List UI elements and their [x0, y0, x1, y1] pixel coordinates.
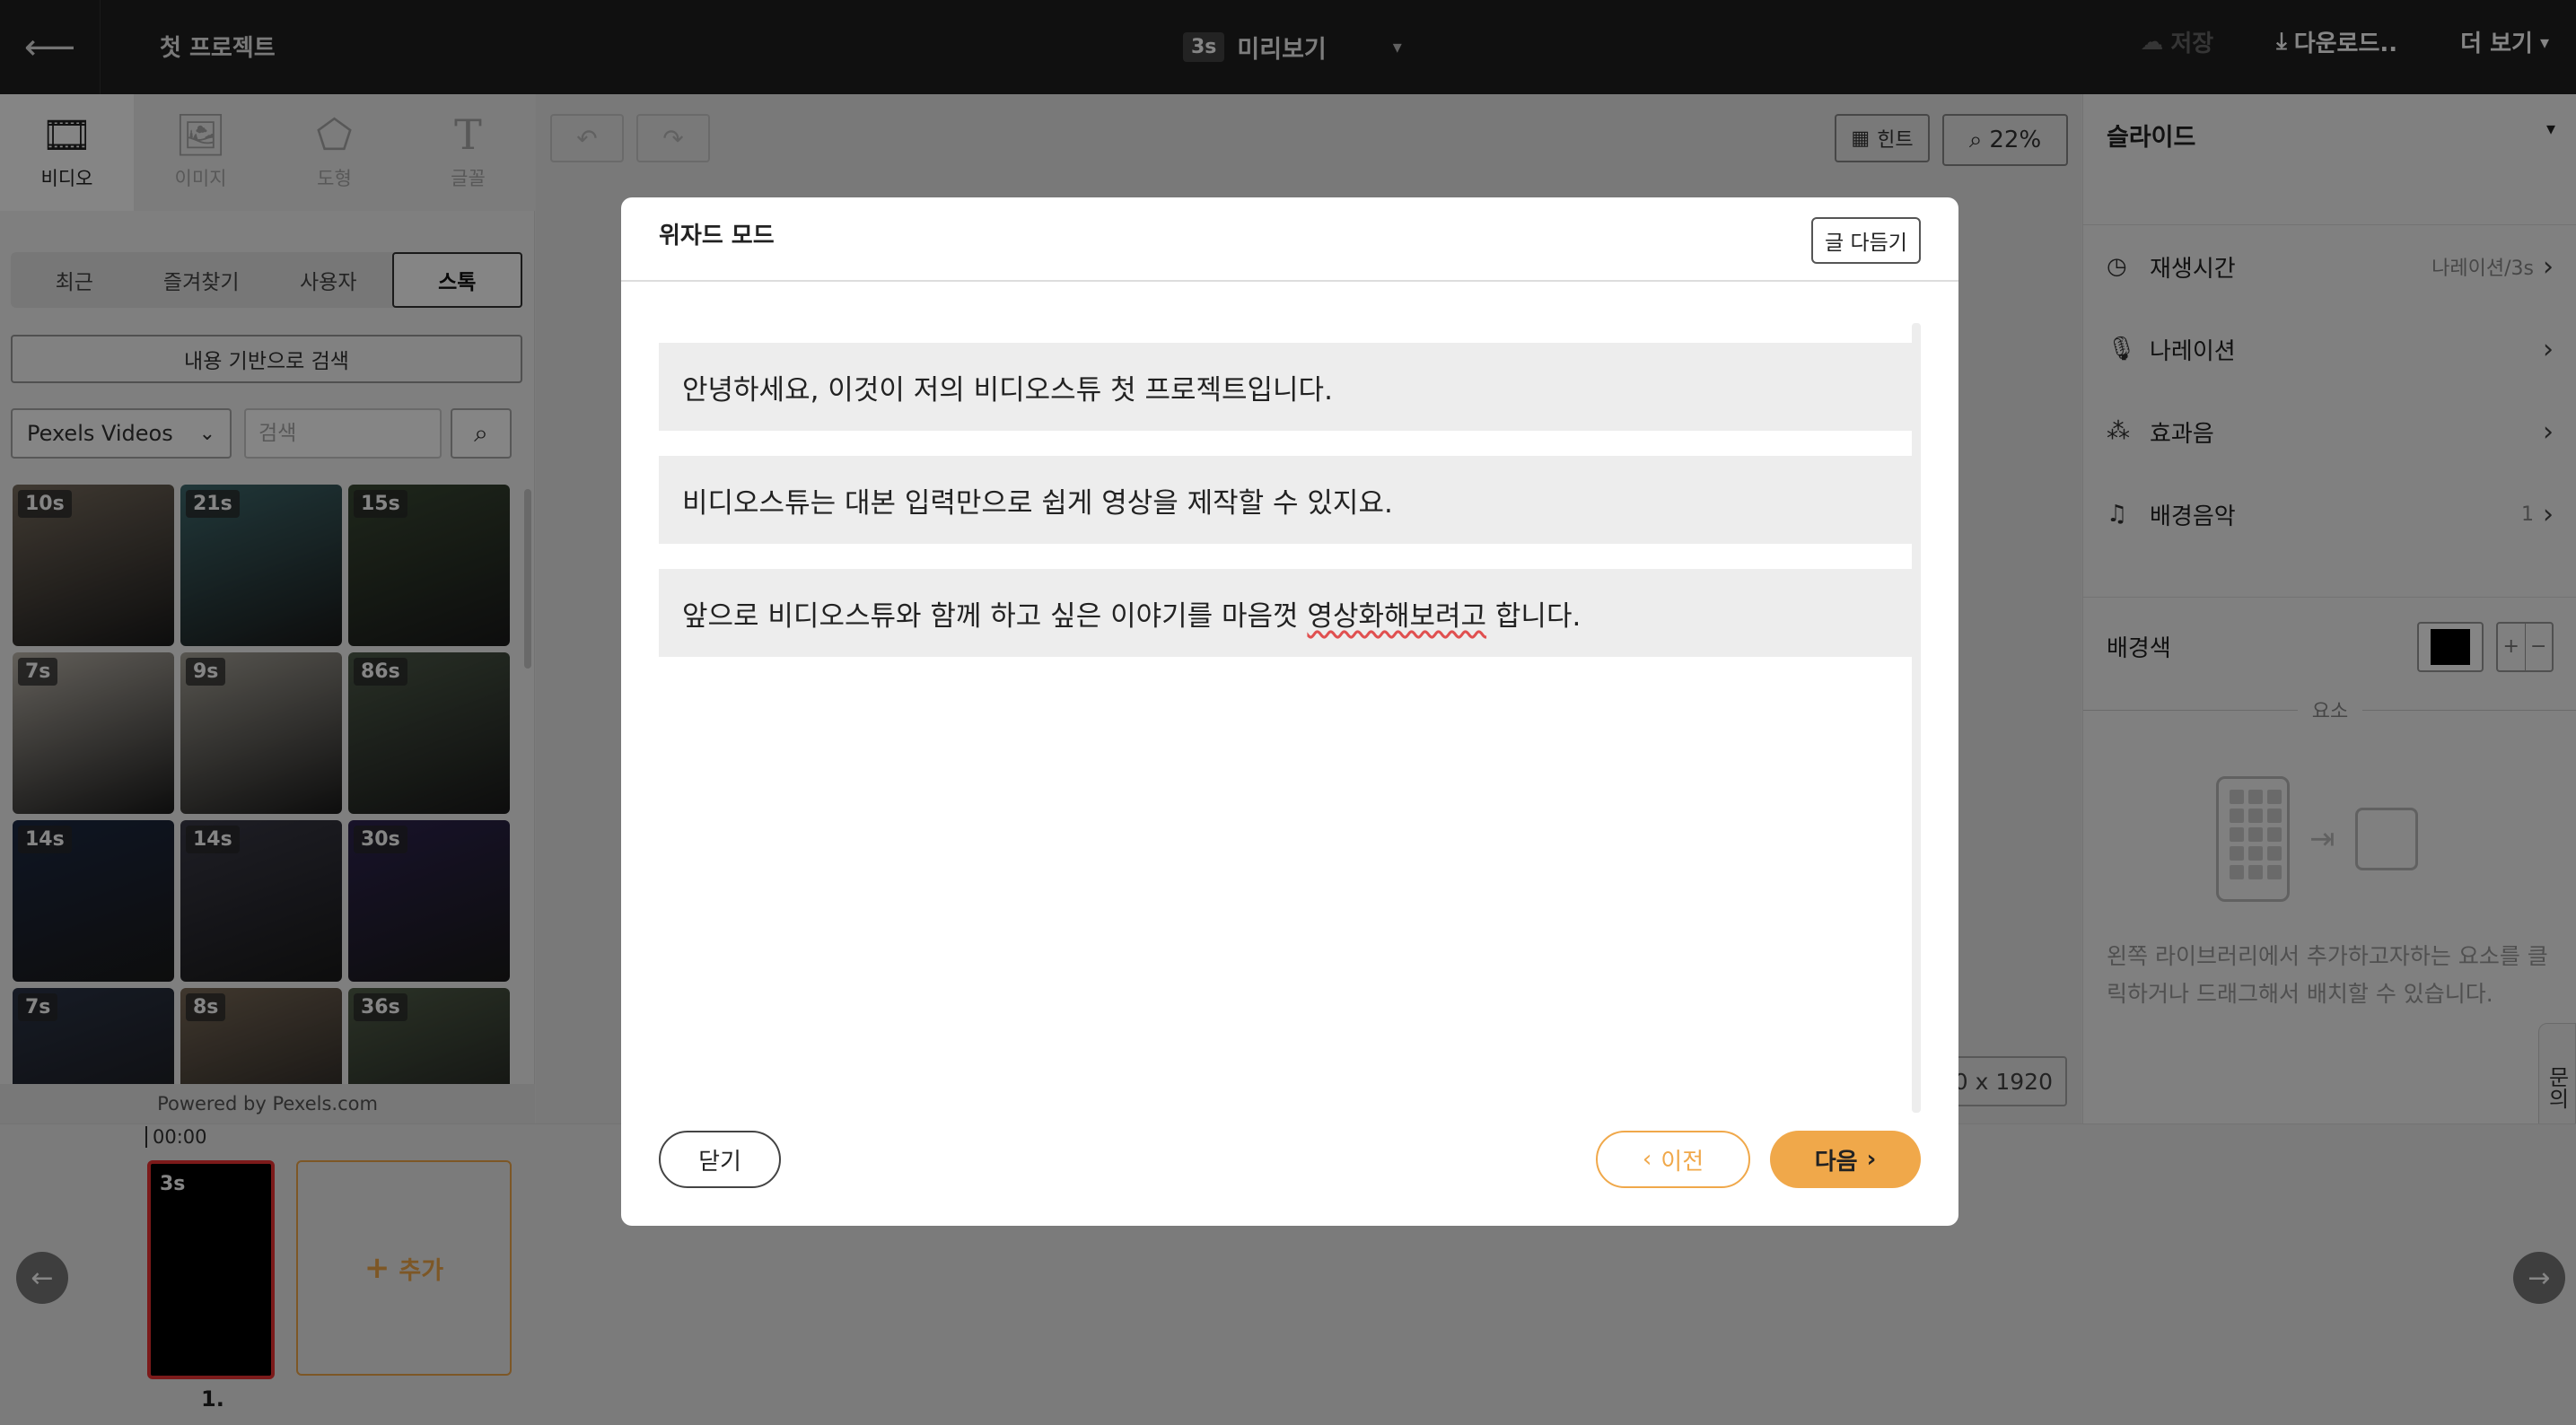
- modal-title: 위자드 모드: [659, 223, 775, 249]
- polish-text-button[interactable]: 글 다듬기: [1811, 217, 1921, 264]
- spellcheck-flagged-word: 영상화해보려고: [1307, 599, 1487, 633]
- close-button[interactable]: 닫기: [659, 1131, 781, 1188]
- chevron-right-icon: ›: [1866, 1146, 1877, 1173]
- next-button[interactable]: 다음 ›: [1770, 1131, 1921, 1188]
- wizard-modal: 위자드 모드 글 다듬기 안녕하세요, 이것이 저의 비디오스튜 첫 프로젝트입…: [621, 197, 1958, 1226]
- script-line[interactable]: 비디오스튜는 대본 입력만으로 쉽게 영상을 제작할 수 있지요.: [659, 456, 1912, 544]
- chevron-left-icon: ‹: [1642, 1146, 1652, 1173]
- script-list: 안녕하세요, 이것이 저의 비디오스튜 첫 프로젝트입니다. 비디오스튜는 대본…: [659, 343, 1912, 1109]
- script-scrollbar[interactable]: [1912, 323, 1921, 1113]
- modal-header: 위자드 모드 글 다듬기: [621, 197, 1958, 282]
- previous-button[interactable]: ‹ 이전: [1596, 1131, 1750, 1188]
- script-line[interactable]: 앞으로 비디오스튜와 함께 하고 싶은 이야기를 마음껏 영상화해보려고 합니다…: [659, 569, 1912, 657]
- script-line[interactable]: 안녕하세요, 이것이 저의 비디오스튜 첫 프로젝트입니다.: [659, 343, 1912, 431]
